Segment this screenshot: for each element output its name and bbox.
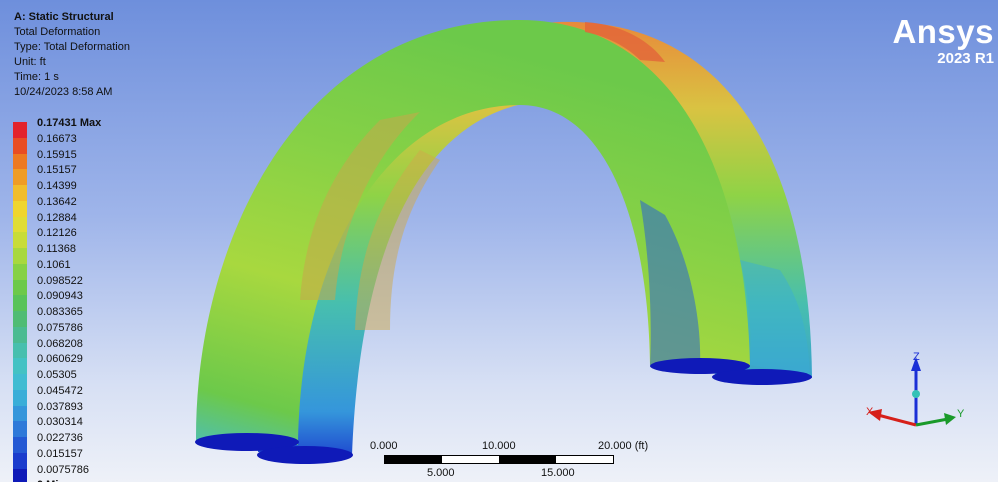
axis-triad[interactable]: Z X Y <box>858 345 968 435</box>
legend-label: 0.12884 <box>37 211 77 224</box>
legend-label: 0.11368 <box>37 243 76 255</box>
triad-origin-icon <box>912 390 920 398</box>
legend-color-swatch <box>13 437 27 453</box>
legend-label: 0.075786 <box>37 321 83 334</box>
result-name: Total Deformation <box>14 26 101 38</box>
legend-color-swatch <box>13 374 27 390</box>
legend-color-swatch <box>13 232 27 248</box>
legend-label: 0.17431 Max <box>37 117 102 129</box>
x-label: X <box>866 406 874 418</box>
legend-label: 0.13642 <box>37 195 77 208</box>
legend-color-swatch <box>13 200 27 217</box>
legend-color-swatch <box>13 279 27 296</box>
legend-color-swatch <box>13 421 27 437</box>
result-date: 10/24/2023 8:58 AM <box>14 86 113 98</box>
pipe-end <box>712 369 812 385</box>
legend-color-swatch <box>13 216 27 233</box>
legend-label: 0.15915 <box>37 148 77 161</box>
legend-label: 0.14399 <box>37 180 77 192</box>
legend-color-bar <box>13 122 27 482</box>
legend-label: 0.045472 <box>37 384 83 397</box>
deformation-contour-model[interactable] <box>0 0 998 482</box>
legend-color-swatch <box>13 405 27 422</box>
result-info: A: Static Structural Total Deformation T… <box>14 10 130 100</box>
legend-color-swatch <box>13 185 27 201</box>
logo-brand: Ansys <box>892 13 994 50</box>
result-time: Time: 1 s <box>14 71 59 83</box>
graphics-viewport[interactable]: A: Static Structural Total Deformation T… <box>0 0 998 482</box>
legend-color-swatch <box>13 153 27 170</box>
legend-label: 0.030314 <box>37 416 83 429</box>
legend-label: 0.015157 <box>37 447 83 460</box>
scale-label: 15.000 <box>541 467 575 479</box>
z-label: Z <box>913 351 920 363</box>
logo-release: 2023 R1 <box>937 50 994 67</box>
analysis-title: A: Static Structural <box>14 11 114 23</box>
scale-label: 5.000 <box>427 467 455 479</box>
result-unit: Unit: ft <box>14 56 46 68</box>
x-axis <box>877 413 917 427</box>
legend-color-swatch <box>13 295 27 311</box>
legend-color-swatch <box>13 137 27 154</box>
legend-label: 0.05305 <box>37 369 77 381</box>
scale-bar <box>384 455 614 464</box>
legend-label: 0.090943 <box>37 290 83 303</box>
legend-label: 0.098522 <box>37 274 83 287</box>
scale-label: 20.000 (ft) <box>598 440 649 452</box>
legend-label: 0.0075786 <box>37 463 89 476</box>
pipe-end <box>257 446 353 464</box>
legend-color-swatch <box>13 358 27 374</box>
legend-color-swatch <box>13 311 27 327</box>
ansys-logo: Ansys 2023 R1 <box>892 14 994 68</box>
legend-label: 0.060629 <box>37 353 83 366</box>
legend-labels: 0.17431 Max 0.16673 0.15915 0.15157 0.14399 0… <box>37 116 101 482</box>
legend-label: 0.1061 <box>37 258 71 271</box>
scale-label: 10.000 <box>482 440 516 452</box>
legend-label: 0.15157 <box>37 164 77 177</box>
legend-color-swatch <box>13 248 27 264</box>
legend-color-swatch <box>13 326 27 343</box>
legend-color-swatch <box>13 389 27 406</box>
result-type: Type: Total Deformation <box>14 41 130 53</box>
legend-color-swatch <box>13 169 27 185</box>
legend-label: 0.12126 <box>37 227 77 240</box>
y-arrow-icon <box>944 413 956 425</box>
legend-color-swatch <box>13 342 27 359</box>
scale-label: 0.000 <box>370 440 398 452</box>
legend-label: 0.083365 <box>37 306 83 318</box>
legend-label: 0 Min <box>37 478 101 482</box>
legend-color-swatch <box>13 452 27 469</box>
legend-color-swatch <box>13 122 27 138</box>
legend-label: 0.16673 <box>37 132 77 145</box>
y-label: Y <box>957 408 965 420</box>
legend-color-swatch <box>13 468 27 482</box>
legend-label: 0.068208 <box>37 337 83 350</box>
legend-color-swatch <box>13 263 27 280</box>
y-axis <box>915 417 949 427</box>
scale-ruler: 0.000 10.000 20.000 (ft) 5.000 15.000 <box>370 440 648 482</box>
legend-label: 0.037893 <box>37 400 83 413</box>
legend-label: 0.022736 <box>37 432 83 444</box>
